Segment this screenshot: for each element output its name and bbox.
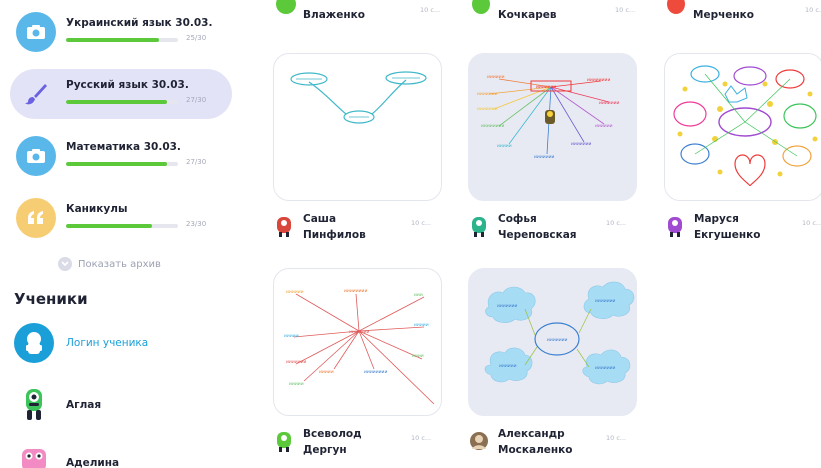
svg-text:ииииииии: ииииииии xyxy=(587,78,610,83)
card-author: Саша Пинфилов 10 с... xyxy=(273,209,442,245)
work-card-top-3[interactable]: Мерченко 10 с... xyxy=(665,0,821,30)
author-name: Влаженко xyxy=(303,9,365,21)
timestamp: 10 с... xyxy=(411,219,432,227)
work-thumbnail[interactable]: ииииии иииииии иииииии ииииииии иииии ии… xyxy=(468,53,637,201)
svg-text:иииииии: иииииии xyxy=(286,360,307,365)
svg-text:иииииии: иииииии xyxy=(595,299,616,304)
subject-count: 27/30 xyxy=(186,96,207,104)
works-grid: Влаженко 10 с... Кочкарев 10 с... Мерчен… xyxy=(240,0,821,468)
svg-text:ииииииии: ииииииии xyxy=(364,370,387,375)
svg-text:иииииии: иииииии xyxy=(534,155,555,160)
svg-text:иииии: иииии xyxy=(414,323,429,328)
subject-progress-bar xyxy=(66,162,178,166)
subject-item-ukrainian[interactable]: Украинский язык 30.03. 25/30 xyxy=(10,7,232,57)
svg-text:иииии: иииии xyxy=(497,144,512,149)
user-photo-avatar xyxy=(470,432,488,450)
brush-icon xyxy=(16,74,56,114)
svg-text:иииии: иииии xyxy=(319,370,334,375)
work-thumbnail[interactable]: ииииии ииииииии иии иииии иииии иииииии … xyxy=(273,268,442,416)
pink-monster-avatar-icon xyxy=(14,443,54,468)
svg-text:ииииииии: ииииииии xyxy=(344,289,367,294)
timestamp: 10 с... xyxy=(615,6,636,14)
svg-text:иии: иии xyxy=(414,293,423,298)
svg-text:иииииии: иииииии xyxy=(536,85,557,90)
subject-item-holidays[interactable]: Каникулы 23/30 xyxy=(10,193,232,243)
monster-avatar-icon xyxy=(277,217,291,237)
timestamp: 10 с... xyxy=(420,6,441,14)
author-name: Софья Череповская xyxy=(498,213,577,241)
camera-icon xyxy=(16,136,56,176)
monster-avatar-icon xyxy=(276,0,296,14)
timestamp: 10 с... xyxy=(606,434,627,442)
card-author: Александр Москаленко 10 с... xyxy=(468,424,637,460)
camera-icon xyxy=(16,12,56,52)
subject-progress-bar xyxy=(66,100,178,104)
student-name: Аделина xyxy=(66,457,120,468)
subject-item-math[interactable]: Математика 30.03. 27/30 xyxy=(10,131,232,181)
subject-item-russian[interactable]: Русский язык 30.03. 27/30 xyxy=(10,69,232,119)
subject-progress-bar xyxy=(66,224,178,228)
svg-text:ииии: ииии xyxy=(412,354,424,359)
chevron-down-icon xyxy=(58,257,72,271)
monster-avatar-icon xyxy=(472,217,486,237)
svg-text:иииииии: иииииии xyxy=(477,107,498,112)
author-name: Маруся Екгушенко xyxy=(694,213,761,241)
svg-text:ииииии: ииииии xyxy=(487,75,505,80)
quote-icon xyxy=(16,198,56,238)
timestamp: 10 с... xyxy=(802,219,821,227)
timestamp: 10 с... xyxy=(411,434,432,442)
show-archive-button[interactable]: Показать архив xyxy=(58,257,161,271)
svg-text:иииииии: иииииии xyxy=(349,330,370,335)
svg-text:иииии: иииии xyxy=(289,382,304,387)
student-item-adelina[interactable]: Аделина xyxy=(14,440,119,468)
green-monster-avatar-icon xyxy=(14,385,54,425)
subject-title: Математика 30.03. xyxy=(66,141,181,153)
svg-text:иииииии: иииииии xyxy=(571,142,592,147)
monster-avatar-icon xyxy=(668,217,682,237)
work-card-top-1[interactable]: Влаженко 10 с... xyxy=(275,0,455,30)
student-name: Логин ученика xyxy=(66,337,149,349)
svg-text:ииииииии: ииииииии xyxy=(481,124,504,129)
timestamp: 10 с... xyxy=(606,219,627,227)
subject-title: Каникулы xyxy=(66,203,128,215)
subject-count: 27/30 xyxy=(186,158,207,166)
monster-avatar-icon xyxy=(472,0,490,14)
subject-title: Русский язык 30.03. xyxy=(66,79,189,91)
card-author: Софья Череповская 10 с... xyxy=(468,209,637,245)
svg-text:иииииии: иииииии xyxy=(595,366,616,371)
student-item-login[interactable]: Логин ученика xyxy=(14,320,148,366)
author-name: Мерченко xyxy=(693,9,755,21)
svg-text:иииииии: иииииии xyxy=(497,304,518,309)
svg-text:ииииии: ииииии xyxy=(499,364,517,369)
work-thumbnail[interactable] xyxy=(273,53,442,201)
subject-title: Украинский язык 30.03. xyxy=(66,17,213,29)
author-name: Всеволод Дергун xyxy=(303,428,362,456)
svg-text:ииииии: ииииии xyxy=(595,124,613,129)
student-silhouette-icon xyxy=(14,323,54,363)
work-thumbnail[interactable] xyxy=(664,53,821,201)
svg-text:иииии: иииии xyxy=(284,334,299,339)
subject-progress-bar xyxy=(66,38,178,42)
student-item-aglaya[interactable]: Аглая xyxy=(14,382,101,428)
author-name: Кочкарев xyxy=(498,9,557,21)
svg-text:иииииии: иииииии xyxy=(477,92,498,97)
timestamp: 10 с... xyxy=(805,6,821,14)
monster-avatar-icon xyxy=(667,0,685,14)
author-name: Александр Москаленко xyxy=(498,428,573,456)
author-name: Саша Пинфилов xyxy=(303,213,366,241)
svg-text:ииииии: ииииии xyxy=(286,290,304,295)
archive-label: Показать архив xyxy=(78,258,161,270)
work-thumbnail[interactable]: иииииии иииииии иииииии ииииии иииииии xyxy=(468,268,637,416)
svg-text:иииииии: иииииии xyxy=(547,338,568,343)
card-author: Всеволод Дергун 10 с... xyxy=(273,424,442,460)
card-author: Маруся Екгушенко 10 с... xyxy=(664,209,821,245)
monster-avatar-icon xyxy=(277,432,291,452)
svg-text:иииииии: иииииии xyxy=(599,101,620,106)
subject-count: 23/30 xyxy=(186,220,207,228)
students-heading: Ученики xyxy=(14,290,88,308)
subject-count: 25/30 xyxy=(186,34,207,42)
work-card-top-2[interactable]: Кочкарев 10 с... xyxy=(470,0,650,30)
sidebar: Украинский язык 30.03. 25/30 Русский язы… xyxy=(0,0,240,468)
student-name: Аглая xyxy=(66,399,102,411)
